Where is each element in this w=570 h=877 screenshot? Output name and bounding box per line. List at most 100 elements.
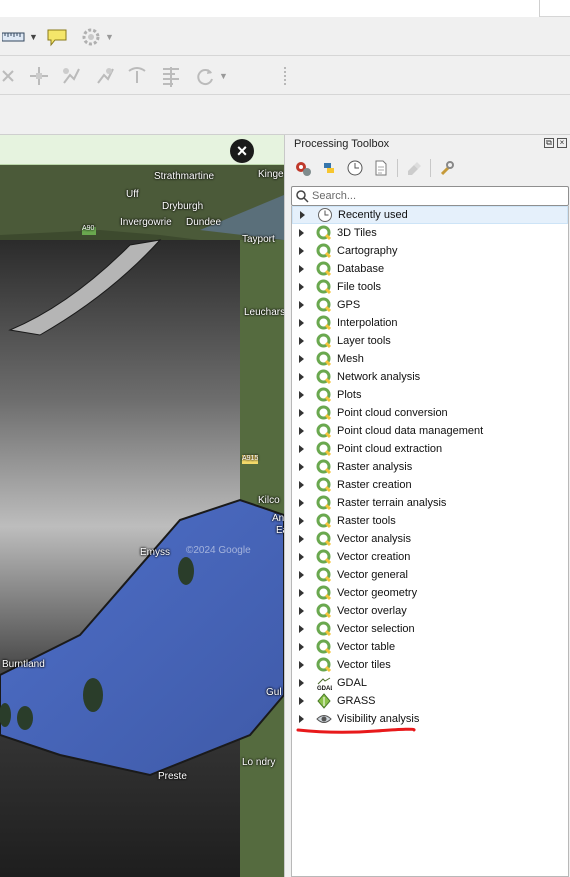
- tree-item[interactable]: Network analysis: [292, 368, 568, 386]
- tree-item[interactable]: Layer tools: [292, 332, 568, 350]
- merge-features-button[interactable]: [92, 64, 118, 88]
- split-features-button[interactable]: [58, 64, 84, 88]
- expand-arrow-icon[interactable]: [299, 607, 304, 615]
- tree-item-label: Point cloud extraction: [337, 443, 443, 455]
- node-tool-icon: [30, 67, 48, 85]
- expand-arrow-icon[interactable]: [299, 481, 304, 489]
- tree-item[interactable]: Vector creation: [292, 548, 568, 566]
- map-canvas[interactable]: Strathmartine Kinge Dryburgh Invergowrie…: [0, 135, 284, 877]
- tree-item-label: Vector creation: [337, 551, 411, 563]
- map-tips-button[interactable]: [44, 25, 70, 49]
- tree-item[interactable]: Recently used: [292, 206, 568, 224]
- tree-item[interactable]: Vector table: [292, 638, 568, 656]
- expand-arrow-icon[interactable]: [299, 553, 304, 561]
- expand-arrow-icon[interactable]: [299, 571, 304, 579]
- map-label: Gul: [266, 687, 282, 698]
- float-panel-button[interactable]: ⧉: [544, 138, 554, 148]
- tree-item[interactable]: GRASS: [292, 692, 568, 710]
- results-viewer-button[interactable]: [371, 158, 391, 178]
- tree-item[interactable]: Point cloud extraction: [292, 440, 568, 458]
- expand-arrow-icon[interactable]: [299, 661, 304, 669]
- models-button[interactable]: [293, 158, 313, 178]
- tree-item[interactable]: Vector overlay: [292, 602, 568, 620]
- tree-item[interactable]: GDAL GDAL: [292, 674, 568, 692]
- qgis-icon: [316, 297, 332, 313]
- expand-arrow-icon[interactable]: [299, 445, 304, 453]
- measure-button[interactable]: ▼: [0, 25, 40, 49]
- map-label: Ang: [272, 513, 284, 524]
- expand-arrow-icon[interactable]: [299, 499, 304, 507]
- road-label: A90: [82, 225, 95, 232]
- expand-arrow-icon[interactable]: [299, 517, 304, 525]
- tree-item[interactable]: Interpolation: [292, 314, 568, 332]
- search-box[interactable]: [291, 186, 569, 206]
- tree-item[interactable]: Raster tools: [292, 512, 568, 530]
- edit-features-in-place-button[interactable]: [404, 158, 424, 178]
- expand-arrow-icon[interactable]: [299, 409, 304, 417]
- tree-item[interactable]: Vector tiles: [292, 656, 568, 674]
- tree-item[interactable]: Raster terrain analysis: [292, 494, 568, 512]
- reshape-button[interactable]: [124, 64, 150, 88]
- expand-arrow-icon[interactable]: [299, 625, 304, 633]
- options-button[interactable]: [437, 158, 457, 178]
- expand-arrow-icon[interactable]: [299, 283, 304, 291]
- tree-item-label: Vector selection: [337, 623, 415, 635]
- vertex-tool-icon: [2, 70, 14, 82]
- expand-arrow-icon[interactable]: [299, 697, 304, 705]
- tree-item[interactable]: Raster creation: [292, 476, 568, 494]
- expand-arrow-icon[interactable]: [299, 319, 304, 327]
- search-input[interactable]: [312, 190, 552, 202]
- tree-item[interactable]: File tools: [292, 278, 568, 296]
- expand-arrow-icon[interactable]: [299, 643, 304, 651]
- tree-item[interactable]: Plots: [292, 386, 568, 404]
- close-panel-button[interactable]: ×: [557, 138, 567, 148]
- svg-text:GDAL: GDAL: [317, 686, 332, 691]
- tree-item[interactable]: Vector selection: [292, 620, 568, 638]
- settings-button[interactable]: ▼: [76, 25, 118, 49]
- expand-arrow-icon[interactable]: [299, 229, 304, 237]
- tree-item-label: Layer tools: [337, 335, 391, 347]
- expand-arrow-icon[interactable]: [300, 211, 305, 219]
- expand-arrow-icon[interactable]: [299, 301, 304, 309]
- expand-arrow-icon[interactable]: [299, 463, 304, 471]
- reshape-icon: [128, 67, 146, 83]
- tree-item[interactable]: Database: [292, 260, 568, 278]
- expand-arrow-icon[interactable]: [299, 589, 304, 597]
- qgis-icon: [316, 423, 332, 439]
- close-message-button[interactable]: ×: [230, 139, 254, 163]
- expand-arrow-icon[interactable]: [299, 265, 304, 273]
- node-tool-button[interactable]: [26, 64, 52, 88]
- toolbar-row-top: [0, 0, 570, 17]
- expand-arrow-icon[interactable]: [299, 391, 304, 399]
- expand-arrow-icon[interactable]: [299, 337, 304, 345]
- tree-item[interactable]: Point cloud data management: [292, 422, 568, 440]
- expand-arrow-icon[interactable]: [299, 373, 304, 381]
- map-label: Invergowrie: [120, 217, 172, 228]
- history-button[interactable]: [345, 158, 365, 178]
- expand-arrow-icon[interactable]: [299, 679, 304, 687]
- tree-item-label: GRASS: [337, 695, 376, 707]
- tree-item[interactable]: Mesh: [292, 350, 568, 368]
- toolbar-grip[interactable]: [284, 67, 288, 85]
- expand-arrow-icon[interactable]: [299, 535, 304, 543]
- tree-item[interactable]: 3D Tiles: [292, 224, 568, 242]
- tree-item[interactable]: GPS: [292, 296, 568, 314]
- expand-arrow-icon[interactable]: [299, 355, 304, 363]
- attribution-label: ©2024 Google: [186, 545, 251, 556]
- tree-item[interactable]: Vector analysis: [292, 530, 568, 548]
- digitize-button[interactable]: [0, 64, 18, 88]
- rotate-button[interactable]: ▼: [190, 64, 232, 88]
- qgis-icon: [316, 531, 332, 547]
- tree-item[interactable]: Raster analysis: [292, 458, 568, 476]
- qgis-icon: [316, 657, 332, 673]
- tree-item[interactable]: Vector general: [292, 566, 568, 584]
- scripts-button[interactable]: [319, 158, 339, 178]
- align-button[interactable]: [158, 64, 184, 88]
- speech-bubble-icon: [47, 29, 67, 47]
- tree-item[interactable]: Vector geometry: [292, 584, 568, 602]
- expand-arrow-icon[interactable]: [299, 715, 304, 723]
- expand-arrow-icon[interactable]: [299, 247, 304, 255]
- tree-item[interactable]: Cartography: [292, 242, 568, 260]
- expand-arrow-icon[interactable]: [299, 427, 304, 435]
- tree-item[interactable]: Point cloud conversion: [292, 404, 568, 422]
